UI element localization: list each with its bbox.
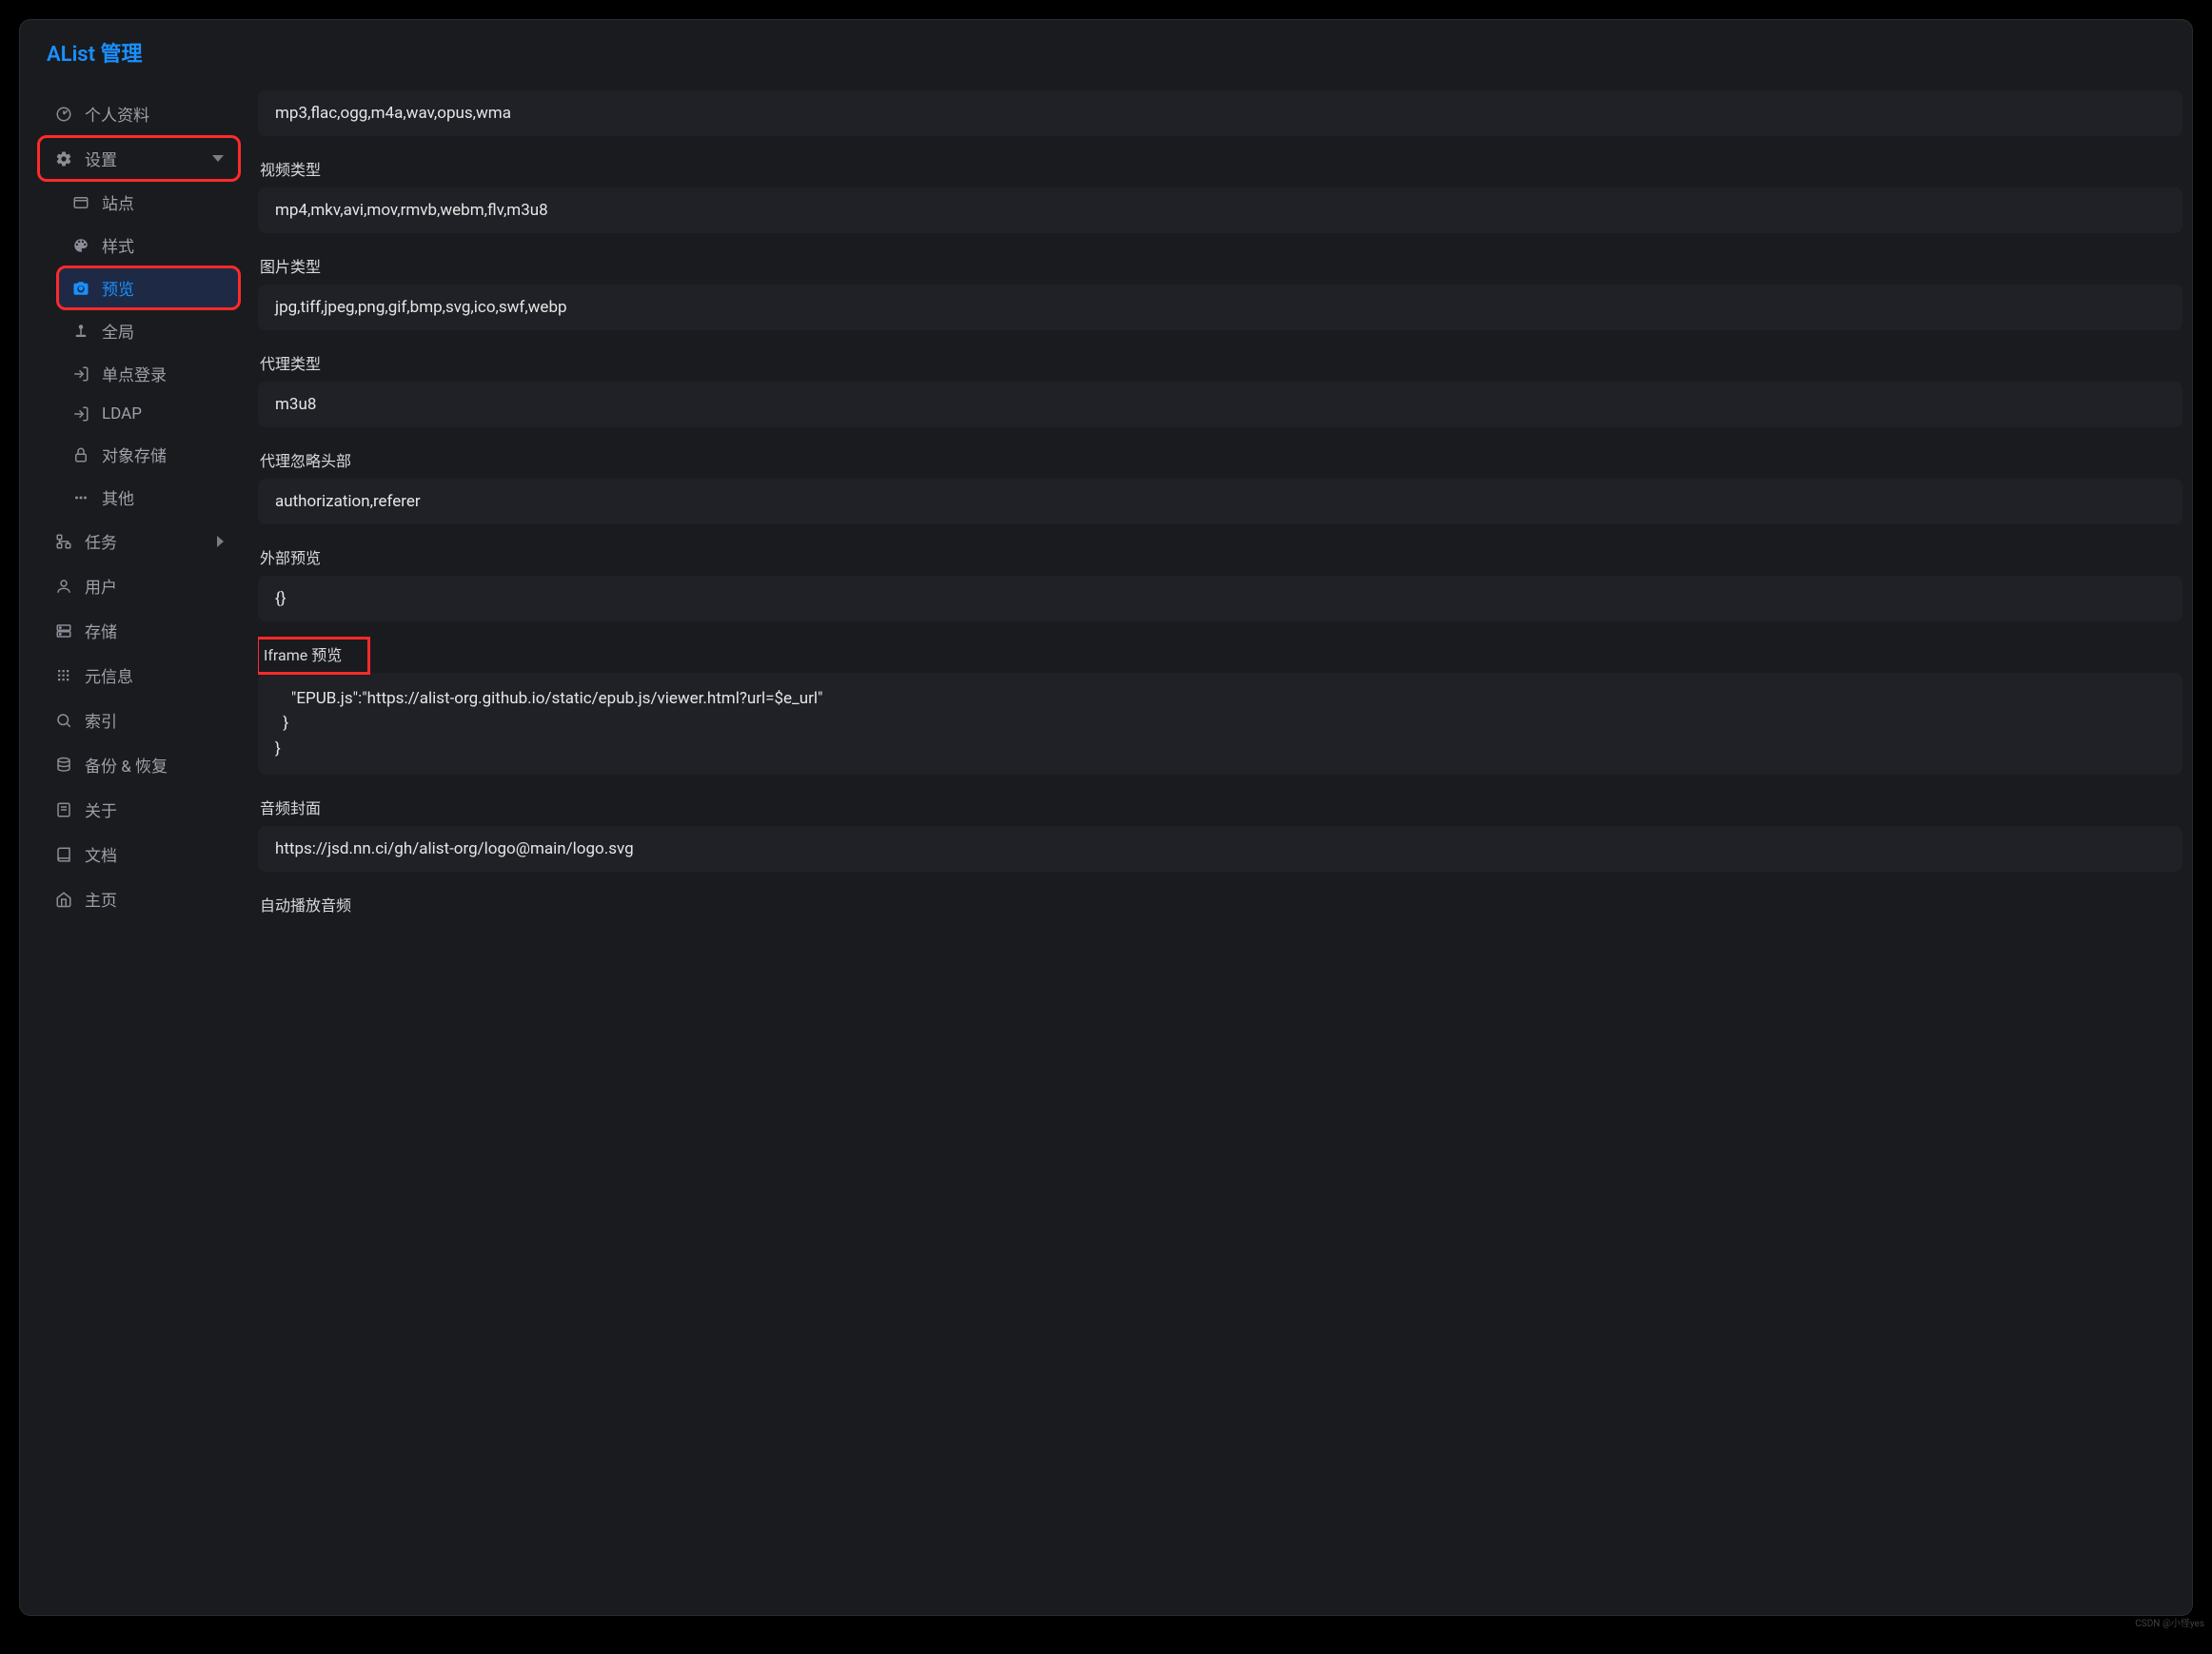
sidebar-item-label: 样式 bbox=[102, 233, 134, 257]
sidebar-item-label: LDAP bbox=[102, 404, 142, 423]
sidebar-item-label: 元信息 bbox=[85, 663, 133, 687]
chevron-down-icon bbox=[212, 155, 224, 162]
sidebar-item-home[interactable]: 主页 bbox=[39, 877, 239, 920]
audio-types-input[interactable]: mp3,flac,ogg,m4a,wav,opus,wma bbox=[258, 90, 2182, 136]
sidebar-item-backup[interactable]: 备份 & 恢复 bbox=[39, 743, 239, 786]
field-label: 代理忽略头部 bbox=[258, 444, 351, 479]
home-icon bbox=[54, 890, 73, 909]
joystick-icon bbox=[71, 322, 90, 341]
sidebar-item-label: 全局 bbox=[102, 319, 134, 343]
sidebar-item-settings[interactable]: 设置 bbox=[39, 137, 239, 180]
watermark: CSDN @小怪yes bbox=[2135, 1615, 2204, 1629]
sidebar-subitem-global[interactable]: 全局 bbox=[58, 310, 239, 351]
proxy-types-input[interactable]: m3u8 bbox=[258, 382, 2182, 427]
proxy-ignore-headers-input[interactable]: authorization,referer bbox=[258, 479, 2182, 524]
field-iframe-preview: Iframe 预览 "EPUB.js":"https://alist-org.g… bbox=[258, 639, 2192, 775]
sidebar-item-users[interactable]: 用户 bbox=[39, 564, 239, 607]
gear-icon bbox=[54, 149, 73, 168]
dots-icon bbox=[71, 488, 90, 507]
sidebar-item-label: 个人资料 bbox=[85, 102, 149, 126]
sidebar-item-docs[interactable]: 文档 bbox=[39, 833, 239, 876]
book-icon bbox=[54, 845, 73, 864]
video-types-input[interactable]: mp4,mkv,avi,mov,rmvb,webm,flv,m3u8 bbox=[258, 187, 2182, 233]
login-icon bbox=[71, 404, 90, 423]
sidebar-subitem-site[interactable]: 站点 bbox=[58, 182, 239, 223]
sidebar-item-label: 索引 bbox=[85, 708, 117, 732]
field-proxy-types: 代理类型 m3u8 bbox=[258, 347, 2192, 427]
sidebar-subitem-other[interactable]: 其他 bbox=[58, 477, 239, 518]
grid-icon bbox=[54, 666, 73, 685]
sidebar-item-profile[interactable]: 个人资料 bbox=[39, 92, 239, 135]
field-label: 外部预览 bbox=[258, 541, 321, 576]
sidebar-item-label: 关于 bbox=[85, 797, 117, 821]
field-label: 图片类型 bbox=[258, 250, 321, 285]
sidebar-subitem-ldap[interactable]: LDAP bbox=[58, 396, 239, 432]
sidebar-item-label: 备份 & 恢复 bbox=[85, 753, 168, 777]
field-label: 视频类型 bbox=[258, 153, 321, 187]
sidebar-item-about[interactable]: 关于 bbox=[39, 788, 239, 831]
sidebar-item-label: 预览 bbox=[102, 276, 134, 300]
sidebar-item-storage[interactable]: 存储 bbox=[39, 609, 239, 652]
dashboard-icon bbox=[54, 105, 73, 124]
brand-title[interactable]: AList 管理 bbox=[47, 37, 2165, 68]
server-icon bbox=[54, 621, 73, 640]
lock-icon bbox=[71, 445, 90, 464]
sidebar-item-label: 单点登录 bbox=[102, 362, 167, 385]
sidebar-item-label: 文档 bbox=[85, 842, 117, 866]
user-icon bbox=[54, 577, 73, 596]
app-header: AList 管理 bbox=[20, 20, 2192, 79]
sidebar-item-label: 对象存储 bbox=[102, 443, 167, 466]
sidebar-subitem-object-storage[interactable]: 对象存储 bbox=[58, 434, 239, 475]
field-label: 音频封面 bbox=[258, 792, 321, 826]
audio-cover-input[interactable]: https://jsd.nn.ci/gh/alist-org/logo@main… bbox=[258, 826, 2182, 872]
sidebar: 个人资料 设置 站点 样式 预览 全局 bbox=[20, 79, 258, 1615]
field-label: 代理类型 bbox=[258, 347, 321, 382]
note-icon bbox=[54, 800, 73, 819]
tree-icon bbox=[54, 532, 73, 551]
field-label: Iframe 预览 bbox=[258, 639, 368, 673]
search-icon bbox=[54, 711, 73, 730]
image-types-input[interactable]: jpg,tiff,jpeg,png,gif,bmp,svg,ico,swf,we… bbox=[258, 285, 2182, 330]
database-icon bbox=[54, 756, 73, 775]
sidebar-item-label: 任务 bbox=[85, 529, 117, 553]
sidebar-subitem-preview[interactable]: 预览 bbox=[58, 267, 239, 308]
sidebar-item-label: 设置 bbox=[85, 147, 117, 170]
field-audio-cover: 音频封面 https://jsd.nn.ci/gh/alist-org/logo… bbox=[258, 792, 2192, 872]
iframe-preview-input[interactable]: "EPUB.js":"https://alist-org.github.io/s… bbox=[258, 673, 2182, 775]
sidebar-item-metas[interactable]: 元信息 bbox=[39, 654, 239, 697]
login-icon bbox=[71, 364, 90, 384]
field-label: 自动播放音频 bbox=[258, 889, 351, 923]
main-content: mp3,flac,ogg,m4a,wav,opus,wma 视频类型 mp4,m… bbox=[258, 79, 2192, 1615]
field-autoplay-audio: 自动播放音频 bbox=[258, 889, 2192, 923]
field-audio-types: mp3,flac,ogg,m4a,wav,opus,wma bbox=[258, 90, 2192, 136]
sidebar-item-label: 主页 bbox=[85, 887, 117, 911]
window-icon bbox=[71, 193, 90, 212]
field-video-types: 视频类型 mp4,mkv,avi,mov,rmvb,webm,flv,m3u8 bbox=[258, 153, 2192, 233]
palette-icon bbox=[71, 236, 90, 255]
chevron-right-icon bbox=[217, 536, 224, 547]
field-external-preview: 外部预览 {} bbox=[258, 541, 2192, 621]
sidebar-subitem-sso[interactable]: 单点登录 bbox=[58, 353, 239, 394]
sidebar-item-indexes[interactable]: 索引 bbox=[39, 699, 239, 741]
sidebar-item-label: 用户 bbox=[85, 574, 117, 598]
camera-icon bbox=[71, 279, 90, 298]
sidebar-item-label: 站点 bbox=[102, 190, 134, 214]
field-image-types: 图片类型 jpg,tiff,jpeg,png,gif,bmp,svg,ico,s… bbox=[258, 250, 2192, 330]
field-proxy-ignore-headers: 代理忽略头部 authorization,referer bbox=[258, 444, 2192, 524]
sidebar-subitem-style[interactable]: 样式 bbox=[58, 225, 239, 266]
sidebar-item-tasks[interactable]: 任务 bbox=[39, 520, 239, 562]
sidebar-item-label: 其他 bbox=[102, 485, 134, 509]
sidebar-item-label: 存储 bbox=[85, 619, 117, 642]
external-preview-input[interactable]: {} bbox=[258, 576, 2182, 621]
